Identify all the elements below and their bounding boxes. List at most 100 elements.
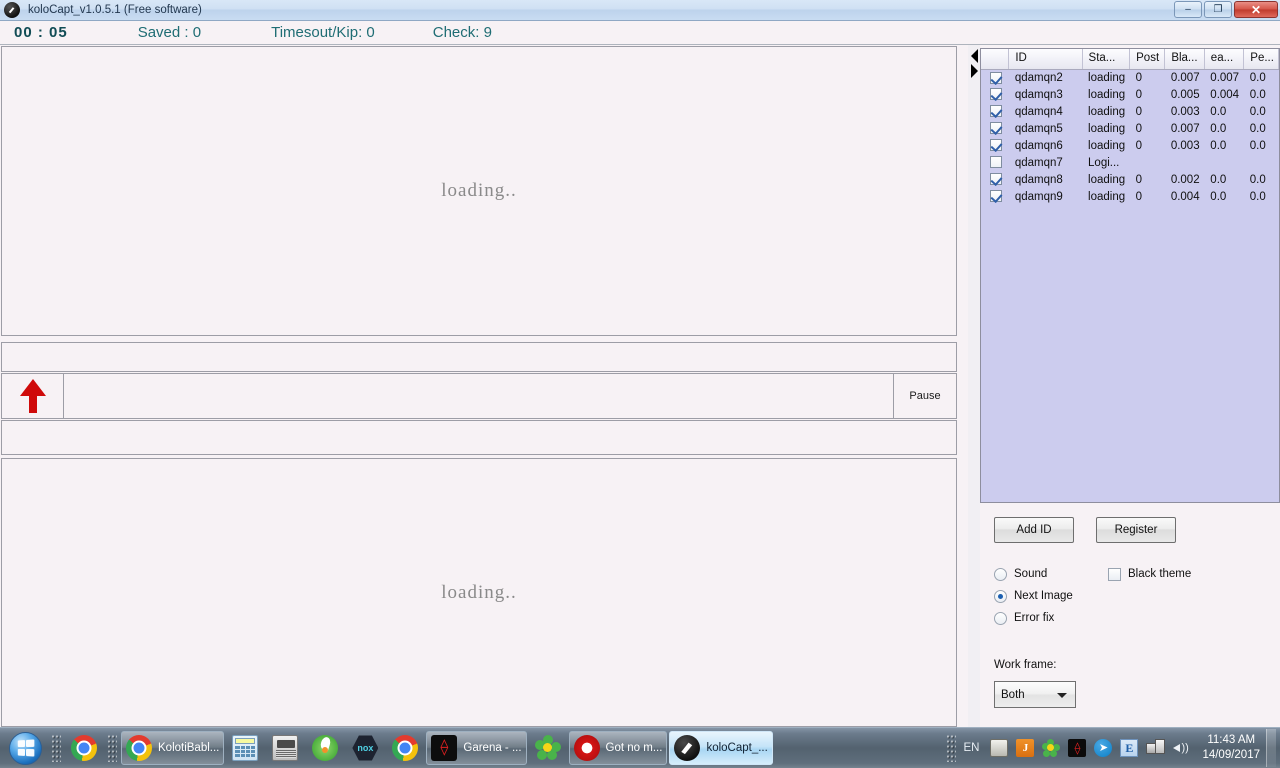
next-image-option-row[interactable]: Next Image — [994, 585, 1280, 607]
table-row[interactable]: qdamqn6 loading 0 0.003 0.0 0.0 — [981, 137, 1279, 154]
start-button[interactable] — [2, 731, 48, 765]
next-image-radio[interactable] — [994, 589, 1007, 603]
taskbar-item-kolocapt[interactable]: koloCapt_... — [669, 731, 773, 765]
taskbar-item-chrome-second[interactable] — [386, 731, 424, 765]
row-checkbox[interactable] — [989, 190, 1002, 203]
cell-bla: 0.002 — [1164, 171, 1205, 188]
cell-id: qdamqn5 — [1008, 120, 1083, 137]
taskbar-item-chrome-kolotibablo[interactable]: KolotiBabl... — [121, 731, 225, 765]
row-checkbox-cell[interactable] — [981, 188, 1009, 205]
table-row[interactable]: qdamqn4 loading 0 0.003 0.0 0.0 — [981, 103, 1279, 120]
icq-icon[interactable] — [1042, 739, 1061, 757]
pause-button[interactable]: Pause — [894, 374, 956, 418]
row-checkbox-cell[interactable] — [981, 137, 1009, 154]
window-title: koloCapt_v1.0.5.1 (Free software) — [28, 4, 202, 16]
collapse-left-icon[interactable] — [970, 49, 978, 63]
row-checkbox[interactable] — [989, 88, 1002, 101]
taskbar-item-icq[interactable] — [529, 731, 567, 765]
column-header-post[interactable]: Post — [1129, 49, 1166, 70]
maximize-button[interactable]: ❐ — [1204, 1, 1232, 18]
taskbar-grip[interactable] — [107, 734, 117, 762]
row-checkbox-cell[interactable] — [981, 171, 1009, 188]
row-checkbox-cell[interactable] — [981, 69, 1009, 86]
java-icon[interactable]: J — [1016, 739, 1035, 757]
row-checkbox[interactable] — [989, 156, 1002, 169]
column-header-status[interactable]: Sta... — [1082, 49, 1131, 70]
telegram-icon[interactable]: ➤ — [1094, 739, 1113, 757]
captcha-image-top[interactable]: loading.. — [1, 46, 957, 336]
keyboard-icon[interactable] — [990, 739, 1009, 757]
table-row[interactable]: qdamqn7 Logi... — [981, 154, 1279, 171]
ie-icon[interactable]: E — [1120, 739, 1139, 757]
row-checkbox[interactable] — [989, 122, 1002, 135]
register-button[interactable]: Register — [1096, 517, 1176, 543]
table-row[interactable]: qdamqn5 loading 0 0.007 0.0 0.0 — [981, 120, 1279, 137]
taskbar-item-opera-got-no-m[interactable]: Got no m... — [568, 731, 668, 765]
show-desktop-button[interactable] — [1266, 729, 1276, 767]
quicklaunch-grip[interactable] — [51, 734, 61, 762]
column-header-ea[interactable]: ea... — [1204, 49, 1245, 70]
volume-icon[interactable] — [1172, 739, 1190, 757]
right-panel: ID Sta... Post Bla... ea... Pe... qdamqn… — [980, 45, 1280, 727]
taskbar-item-calculator[interactable] — [226, 731, 264, 765]
taskbar-item-nox-player[interactable]: nox — [346, 731, 384, 765]
cell-bla: 0.005 — [1164, 86, 1205, 103]
language-indicator[interactable]: EN — [963, 742, 979, 754]
black-theme-checkbox[interactable] — [1108, 567, 1121, 581]
status-bar: 00 : 05 Saved : 0 Timesout/Kip: 0 Check:… — [0, 21, 1280, 45]
clock[interactable]: 11:43 AM 14/09/2017 — [1202, 733, 1260, 763]
table-row[interactable]: qdamqn8 loading 0 0.002 0.0 0.0 — [981, 171, 1279, 188]
column-header-id[interactable]: ID — [1008, 49, 1083, 70]
chrome-icon — [392, 735, 419, 761]
taskbar-item-garena[interactable]: ⟠ Garena - ... — [426, 731, 527, 765]
cell-pe: 0.0 — [1243, 69, 1279, 86]
sound-option-row[interactable]: Sound Black theme — [994, 563, 1280, 585]
work-frame-select[interactable]: Both — [994, 681, 1076, 708]
column-header-check[interactable] — [981, 49, 1010, 70]
input-strip-upper[interactable] — [1, 342, 957, 372]
accounts-table[interactable]: ID Sta... Post Bla... ea... Pe... qdamqn… — [980, 48, 1280, 503]
row-checkbox-cell[interactable] — [981, 86, 1009, 103]
garena-icon[interactable]: ⟠ — [1068, 739, 1087, 757]
cell-pe: 0.0 — [1243, 86, 1279, 103]
row-checkbox-cell[interactable] — [981, 154, 1009, 171]
window-controls: – ❐ ✕ — [1174, 1, 1278, 18]
captcha-image-bottom[interactable]: loading.. — [1, 458, 957, 727]
row-checkbox-cell[interactable] — [981, 103, 1009, 120]
cell-ea: 0.0 — [1204, 103, 1244, 120]
row-checkbox[interactable] — [989, 139, 1002, 152]
error-fix-option-row[interactable]: Error fix — [994, 607, 1280, 629]
arrow-up-cell[interactable] — [2, 374, 64, 418]
taskbar-item-label: Got no m... — [605, 742, 663, 754]
taskbar-item-swirl-app[interactable] — [306, 731, 344, 765]
minimize-button[interactable]: – — [1174, 1, 1202, 18]
splitter-grip[interactable] — [970, 49, 978, 89]
sound-label: Sound — [1014, 568, 1048, 580]
table-row[interactable]: qdamqn9 loading 0 0.004 0.0 0.0 — [981, 188, 1279, 205]
row-checkbox[interactable] — [989, 105, 1002, 118]
taskbar-item-fax-printer[interactable] — [266, 731, 304, 765]
black-theme-row[interactable]: Black theme — [1108, 563, 1191, 585]
row-checkbox-cell[interactable] — [981, 120, 1009, 137]
add-id-button[interactable]: Add ID — [994, 517, 1074, 543]
error-fix-radio[interactable] — [994, 611, 1007, 625]
answer-input[interactable] — [64, 374, 894, 418]
column-header-pe[interactable]: Pe... — [1243, 49, 1279, 70]
table-row[interactable]: qdamqn3 loading 0 0.005 0.004 0.0 — [981, 86, 1279, 103]
row-checkbox[interactable] — [989, 71, 1002, 84]
input-strip-lower[interactable] — [1, 420, 957, 455]
taskbar-items: KolotiBabl... nox ⟠ Garena - ... Got no m...… — [64, 731, 774, 765]
tray-grip[interactable] — [946, 734, 957, 762]
table-row[interactable]: qdamqn2 loading 0 0.007 0.007 0.0 — [981, 69, 1279, 86]
cell-post: 0 — [1129, 120, 1165, 137]
taskbar-item-chrome-quicklaunch[interactable] — [65, 731, 103, 765]
column-header-bla[interactable]: Bla... — [1164, 49, 1205, 70]
sound-radio[interactable] — [994, 567, 1007, 581]
close-button[interactable]: ✕ — [1234, 1, 1278, 18]
panel-splitter[interactable] — [968, 45, 980, 727]
network-icon[interactable] — [1146, 739, 1166, 757]
cell-post: 0 — [1129, 86, 1165, 103]
table-header-row: ID Sta... Post Bla... ea... Pe... — [981, 49, 1279, 70]
row-checkbox[interactable] — [989, 173, 1002, 186]
collapse-right-icon[interactable] — [970, 64, 978, 78]
